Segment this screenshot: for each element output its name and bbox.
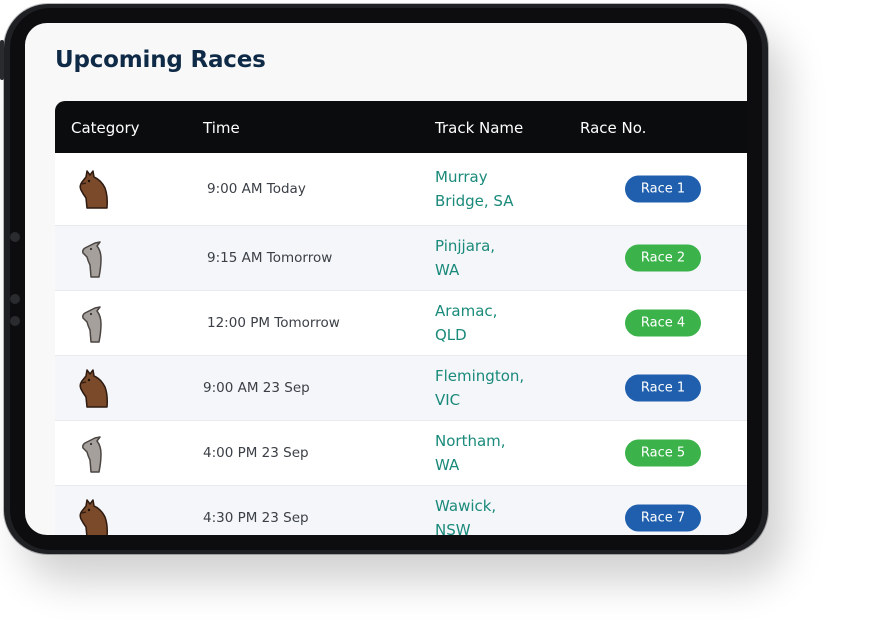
side-sensor [10, 316, 20, 326]
table-row[interactable]: 12:00 PM Tomorrow Aramac, QLD Race 4 [55, 291, 747, 356]
races-table: Category Time Track Name Race No. 9:00 A… [55, 101, 747, 535]
column-header-race[interactable]: Race No. [580, 119, 646, 137]
column-header-time[interactable]: Time [203, 119, 240, 137]
race-time: 9:15 AM Tomorrow [207, 250, 333, 266]
greyhound-icon [73, 432, 115, 474]
table-row[interactable]: 9:00 AM 23 Sep Flemington, VIC Race 1 [55, 356, 747, 421]
table-header: Category Time Track Name Race No. [55, 101, 747, 153]
track-name-link[interactable]: Wawick, NSW [435, 494, 515, 535]
race-number-badge[interactable]: Race 4 [625, 309, 701, 337]
table-row[interactable]: 9:00 AM Today Murray Bridge, SA Race 1 [55, 153, 747, 226]
race-time: 9:00 AM 23 Sep [203, 380, 310, 396]
table-row[interactable]: 4:30 PM 23 Sep Wawick, NSW Race 7 [55, 486, 747, 535]
side-sensor [10, 294, 20, 304]
race-number-badge[interactable]: Race 2 [625, 244, 701, 272]
table-row[interactable]: 4:00 PM 23 Sep Northam, WA Race 5 [55, 421, 747, 486]
race-time: 9:00 AM Today [207, 181, 306, 197]
volume-button [0, 40, 4, 80]
horse-icon [73, 497, 115, 535]
horse-icon [73, 367, 115, 409]
page-title: Upcoming Races [55, 47, 266, 73]
race-number-badge[interactable]: Race 5 [625, 439, 701, 467]
track-name-link[interactable]: Northam, WA [435, 429, 515, 477]
track-name-link[interactable]: Aramac, QLD [435, 299, 515, 347]
track-name-link[interactable]: Pinjjara, WA [435, 234, 515, 282]
greyhound-icon [73, 237, 115, 279]
race-time: 4:30 PM 23 Sep [203, 510, 309, 526]
side-sensor [10, 232, 20, 242]
race-time: 12:00 PM Tomorrow [207, 315, 340, 331]
table-row[interactable]: 9:15 AM Tomorrow Pinjjara, WA Race 2 [55, 226, 747, 291]
race-time: 4:00 PM 23 Sep [203, 445, 309, 461]
tablet-screen: Upcoming Races Category Time Track Name … [25, 23, 747, 535]
race-number-badge[interactable]: Race 7 [625, 504, 701, 532]
column-header-track[interactable]: Track Name [435, 119, 523, 137]
race-number-badge[interactable]: Race 1 [625, 175, 701, 203]
column-header-category[interactable]: Category [71, 119, 140, 137]
race-number-badge[interactable]: Race 1 [625, 374, 701, 402]
track-name-link[interactable]: Murray Bridge, SA [435, 165, 515, 213]
greyhound-icon [73, 302, 115, 344]
track-name-link[interactable]: Flemington, VIC [435, 364, 524, 412]
horse-icon [73, 168, 115, 210]
